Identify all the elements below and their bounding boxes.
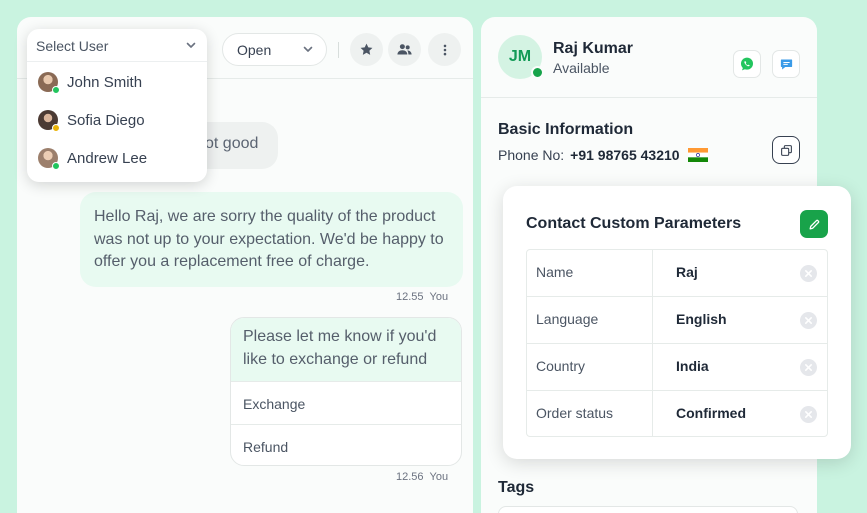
user-option-andrew-lee[interactable]: Andrew Lee xyxy=(27,138,207,176)
reply-option-refund[interactable]: Refund xyxy=(231,424,461,465)
india-flag-icon xyxy=(688,148,709,162)
close-circle-icon xyxy=(804,269,813,278)
message-sender: You xyxy=(429,291,449,303)
parameter-key: Name xyxy=(527,250,653,296)
online-status-dot xyxy=(531,66,544,79)
copy-icon xyxy=(780,144,792,156)
whatsapp-button[interactable] xyxy=(733,50,761,78)
select-user-placeholder: Select User xyxy=(36,38,109,54)
user-option-sofia-diego[interactable]: Sofia Diego xyxy=(27,100,207,138)
parameter-key: Order status xyxy=(527,391,653,436)
users-icon xyxy=(397,44,412,55)
basic-info-title: Basic Information xyxy=(498,121,634,138)
message-sender: You xyxy=(429,471,449,483)
select-user-dropdown[interactable]: Select User John Smith Sofia Diego Andre… xyxy=(27,29,207,182)
remove-parameter-button[interactable] xyxy=(800,359,817,376)
reply-option-exchange[interactable]: Exchange xyxy=(231,381,461,424)
copy-phone-button[interactable] xyxy=(772,136,800,164)
outgoing-message-text: Hello Raj, we are sorry the quality of t… xyxy=(94,208,444,270)
status-dot xyxy=(52,162,60,170)
user-option-john-smith[interactable]: John Smith xyxy=(27,62,207,100)
user-name: Sofia Diego xyxy=(67,112,145,129)
parameter-value: Confirmed xyxy=(676,405,746,421)
tags-title: Tags xyxy=(498,479,535,496)
star-button[interactable] xyxy=(350,33,383,66)
status-dot xyxy=(52,124,60,132)
message-time: 12.56 xyxy=(396,471,424,483)
parameter-key: Language xyxy=(527,297,653,343)
chat-button[interactable] xyxy=(772,50,800,78)
outgoing-message: Hello Raj, we are sorry the quality of t… xyxy=(80,192,463,287)
parameter-value: English xyxy=(676,311,727,327)
phone-label: Phone No: xyxy=(498,147,565,163)
interactive-message-text: Please let me know if you'd like to exch… xyxy=(231,318,461,381)
contact-initials: JM xyxy=(508,48,532,65)
parameter-row: Name Raj xyxy=(527,250,827,297)
custom-parameters-card: Contact Custom Parameters Name Raj Langu… xyxy=(503,186,851,459)
assign-users-button[interactable] xyxy=(388,33,421,66)
user-name: John Smith xyxy=(67,74,143,91)
message-meta: 12.56 You xyxy=(396,471,448,483)
contact-name: Raj Kumar xyxy=(553,40,634,57)
interactive-message: Please let me know if you'd like to exch… xyxy=(230,317,462,466)
close-circle-icon xyxy=(804,316,813,325)
phone-line: Phone No: +91 98765 43210 xyxy=(498,147,709,163)
parameter-value: Raj xyxy=(676,264,698,280)
parameters-table: Name Raj Language English Country India … xyxy=(526,249,828,437)
custom-parameters-title: Contact Custom Parameters xyxy=(526,215,742,232)
parameter-row: Language English xyxy=(527,297,827,344)
conversation-status-select[interactable]: Open xyxy=(222,33,327,66)
remove-parameter-button[interactable] xyxy=(800,406,817,423)
parameter-key: Country xyxy=(527,344,653,390)
contact-availability: Available xyxy=(553,60,610,76)
close-circle-icon xyxy=(804,410,813,419)
whatsapp-icon xyxy=(741,57,753,71)
select-user-header[interactable]: Select User xyxy=(27,29,207,62)
phone-number: +91 98765 43210 xyxy=(570,147,680,163)
remove-parameter-button[interactable] xyxy=(800,312,817,329)
edit-parameters-button[interactable] xyxy=(800,210,828,238)
star-icon xyxy=(360,43,373,55)
more-options-button[interactable] xyxy=(428,33,461,66)
parameter-row: Order status Confirmed xyxy=(527,391,827,436)
pencil-icon xyxy=(809,219,819,229)
status-dot xyxy=(52,86,60,94)
message-meta: 12.55 You xyxy=(396,291,448,303)
close-circle-icon xyxy=(804,363,813,372)
remove-parameter-button[interactable] xyxy=(800,265,817,282)
more-vertical-icon xyxy=(443,44,446,55)
chevron-down-icon xyxy=(303,46,313,52)
divider xyxy=(481,97,817,98)
user-name: Andrew Lee xyxy=(67,150,148,167)
parameter-value: India xyxy=(676,358,709,374)
conversation-status-value: Open xyxy=(237,42,272,58)
toolbar-divider xyxy=(338,42,339,58)
incoming-message-text: ot good xyxy=(205,135,259,152)
chevron-down-icon xyxy=(186,42,196,48)
parameter-row: Country India xyxy=(527,344,827,391)
contact-avatar: JM xyxy=(498,35,544,79)
tags-input[interactable] xyxy=(498,506,798,513)
chat-bubble-icon xyxy=(780,59,792,69)
message-time: 12.55 xyxy=(396,291,424,303)
